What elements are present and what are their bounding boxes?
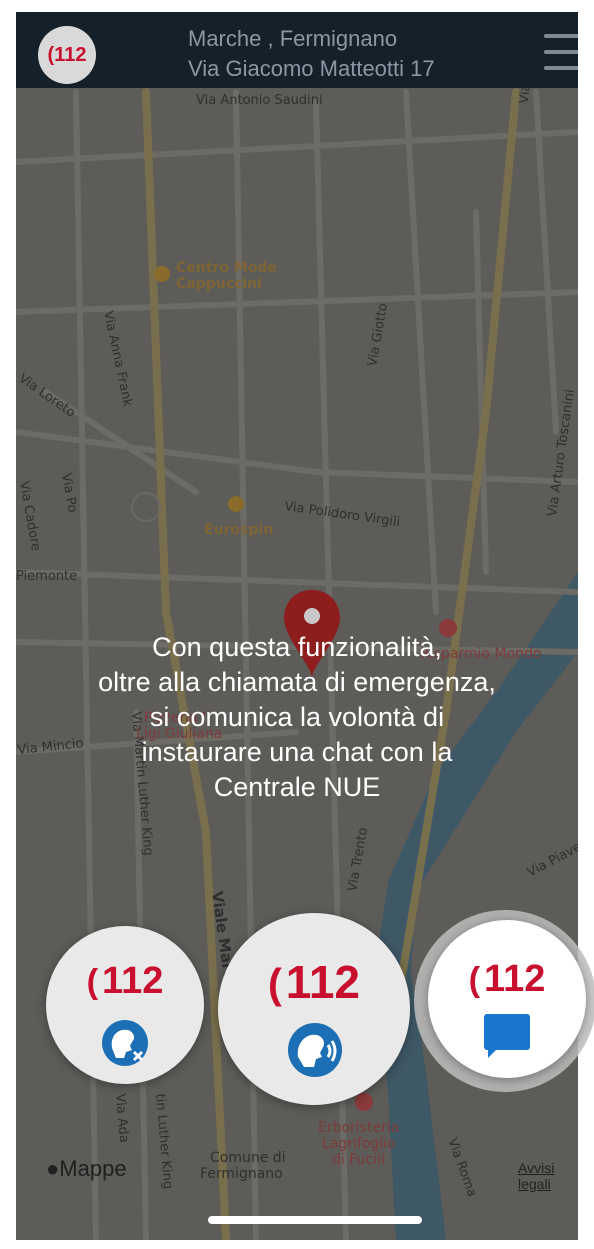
silent-112-call-button[interactable]: (112 <box>46 926 204 1084</box>
street-label: Piemonte <box>16 569 77 584</box>
hamburger-menu-button[interactable] <box>544 34 578 72</box>
logo-112-badge: (112 <box>38 26 96 84</box>
legal-notices-link[interactable]: Avvisi legali <box>518 1160 578 1192</box>
poi-label: Eurospin <box>204 522 273 538</box>
voice-112-call-button[interactable]: (112 <box>218 913 410 1105</box>
muted-speaker-icon <box>102 1020 148 1066</box>
message-line: Con questa funzionalità, <box>152 632 442 662</box>
voice-call-label: 112 <box>285 956 360 1008</box>
apple-maps-attribution: ●Mappe <box>46 1156 127 1182</box>
speaking-head-icon <box>288 1023 342 1077</box>
poi-label: Centro Mode <box>176 260 277 276</box>
phone-icon: ( <box>47 43 55 66</box>
message-line: si comunica la volontà di <box>149 702 445 732</box>
info-message: Con questa funzionalità, oltre alla chia… <box>0 630 594 805</box>
poi-label: di Fucili <box>332 1152 385 1168</box>
message-line: oltre alla chiamata di emergenza, <box>98 667 496 697</box>
poi-label: Fermignano <box>200 1166 283 1182</box>
message-line: instaurare una chat con la <box>141 737 453 767</box>
chat-call-label: 112 <box>484 958 546 1000</box>
address-line-2: Via Giacomo Matteotti 17 <box>188 56 435 81</box>
home-indicator <box>208 1216 422 1224</box>
logo-label: 112 <box>54 43 87 66</box>
top-bar: (112 Marche , Fermignano Via Giacomo Mat… <box>16 12 578 88</box>
chat-112-call-button[interactable]: (112 <box>428 920 586 1078</box>
chat-bubble-icon <box>484 1014 530 1058</box>
address-line-1: Marche , Fermignano <box>188 26 398 51</box>
phone-icon: ( <box>86 963 99 1001</box>
maps-label: Mappe <box>59 1156 127 1181</box>
phone-icon: ( <box>267 961 282 1007</box>
apple-logo-icon: ● <box>46 1156 60 1181</box>
message-line: Centrale NUE <box>213 772 381 802</box>
silent-call-label: 112 <box>102 960 164 1002</box>
poi-label: Cappuccini <box>176 276 262 292</box>
poi-label: Erboristeria <box>318 1120 399 1136</box>
poi-label: Lagrifoglio <box>322 1136 396 1152</box>
phone-icon: ( <box>468 961 481 999</box>
street-label: Via Antonio Saudini <box>196 93 323 108</box>
poi-label: Comune di <box>210 1150 286 1166</box>
